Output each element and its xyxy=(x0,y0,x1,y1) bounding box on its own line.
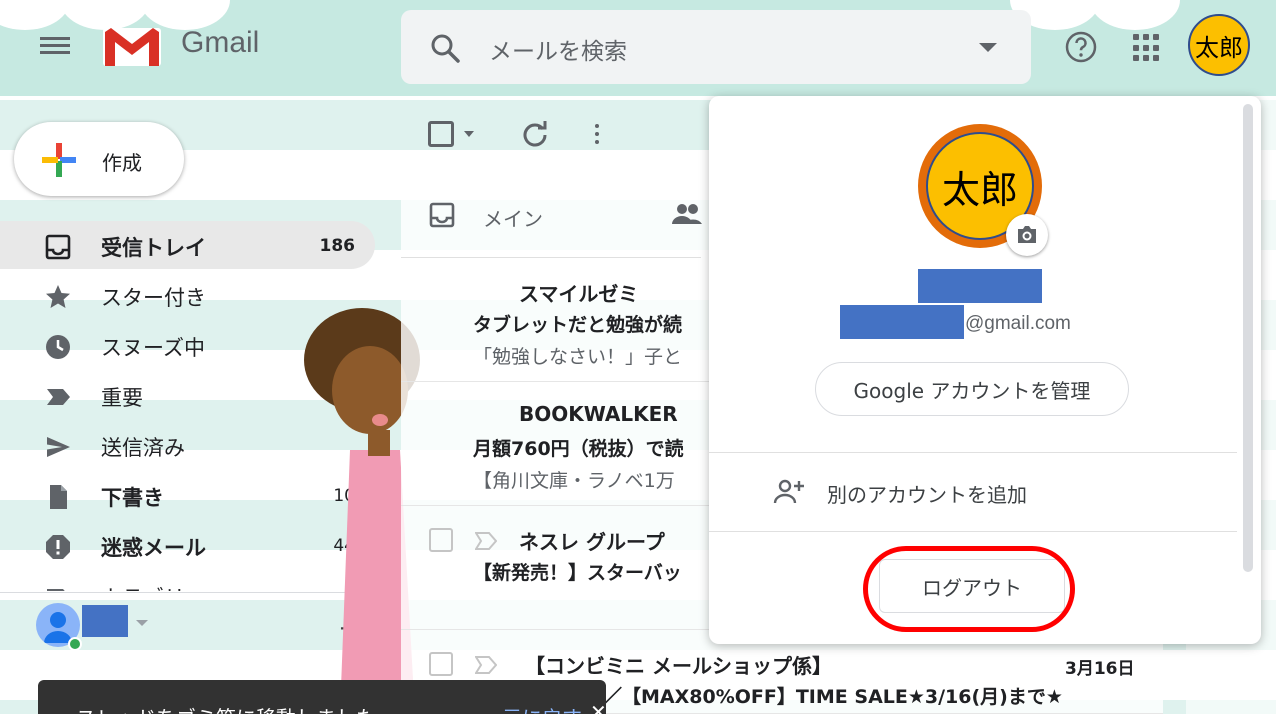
label-icon xyxy=(47,589,65,591)
row-checkbox[interactable] xyxy=(429,528,453,552)
add-account-button[interactable]: 別のアカウントを追加 xyxy=(709,453,1237,531)
sender-name: BOOKWALKER xyxy=(519,402,678,426)
redacted-email-user xyxy=(840,305,964,339)
inbox-icon xyxy=(429,202,455,228)
subject: 【新発売！】スターバッ xyxy=(473,562,682,584)
close-icon[interactable]: ✕ xyxy=(590,700,607,714)
inbox-icon xyxy=(45,234,71,260)
sidebar-item-label: 受信トレイ xyxy=(101,236,206,260)
sidebar-item-count: 186 xyxy=(319,236,356,256)
undo-button[interactable]: 元に戻す xyxy=(502,702,582,714)
manage-account-button[interactable]: Google アカウントを管理 xyxy=(815,362,1129,416)
popup-scrollbar[interactable] xyxy=(1243,104,1253,572)
camera-icon xyxy=(1018,226,1036,243)
add-person-icon xyxy=(773,479,804,504)
sender-name: 【コンビミニ メールショップ係】 xyxy=(525,654,832,678)
compose-label: 作成 xyxy=(102,151,142,175)
gmail-wordmark: Gmail xyxy=(181,26,260,59)
spam-icon xyxy=(46,535,70,559)
subject: タブレットだと勉強が続 xyxy=(473,314,683,336)
undo-toast: スレッドをゴミ箱に移動しました。 元に戻す ✕ xyxy=(38,680,607,714)
compose-plus-icon xyxy=(42,143,76,177)
star-icon xyxy=(46,285,70,308)
sidebar-item-label: 下書き xyxy=(101,486,164,510)
tab-primary-label: メイン xyxy=(483,207,543,231)
search-options-chevron-down-icon[interactable] xyxy=(979,43,997,52)
select-all-checkbox[interactable] xyxy=(428,121,454,147)
draft-icon xyxy=(50,485,67,509)
important-marker-icon[interactable] xyxy=(475,656,497,674)
change-photo-button[interactable] xyxy=(1006,214,1048,256)
toast-message: スレッドをゴミ箱に移動しました。 xyxy=(76,702,396,714)
sidebar-item-label: 送信済み xyxy=(101,436,185,460)
sender-name: ネスレ グループ xyxy=(519,530,665,554)
snippet: 【角川文庫・ラノベ1万 xyxy=(473,470,675,492)
message-date: 3月16日 xyxy=(1065,659,1135,679)
refresh-icon[interactable] xyxy=(521,120,549,148)
help-icon[interactable] xyxy=(1064,30,1098,64)
tab-primary[interactable]: メイン xyxy=(401,170,701,258)
clock-icon xyxy=(46,335,70,359)
snippet: 「勉強しなさい！」子と xyxy=(473,346,683,368)
search-icon[interactable] xyxy=(429,32,461,64)
select-options-chevron-down-icon[interactable] xyxy=(464,131,474,137)
sidebar-item-label: カテゴリ xyxy=(101,582,185,591)
important-marker-icon[interactable] xyxy=(475,532,497,550)
redacted-username xyxy=(82,605,128,637)
search-input[interactable]: メールを検索 xyxy=(489,32,627,66)
more-options-icon[interactable] xyxy=(593,122,601,148)
subject: ／【MAX80%OFF】TIME SALE★3/16(月)まで★ xyxy=(603,686,1063,708)
chevron-down-icon[interactable] xyxy=(136,620,148,626)
google-apps-grid-icon[interactable] xyxy=(1133,34,1161,62)
redacted-display-name xyxy=(918,269,1042,303)
sidebar-item-label: スター付き xyxy=(101,286,206,310)
logout-highlight-annotation xyxy=(863,546,1075,632)
sidebar-item-inbox[interactable]: 受信トレイ 186 xyxy=(0,221,375,269)
row-checkbox[interactable] xyxy=(429,652,453,676)
search-bar[interactable]: メールを検索 xyxy=(401,10,1031,84)
popup-divider xyxy=(709,531,1237,532)
send-icon xyxy=(47,437,70,457)
account-avatar-button[interactable]: 太郎 xyxy=(1188,14,1250,76)
sidebar-item-label: スヌーズ中 xyxy=(101,336,205,360)
gmail-logo-icon[interactable] xyxy=(101,24,163,68)
sidebar-item-label: 重要 xyxy=(101,386,143,410)
subject: 月額760円（税抜）で読 xyxy=(473,438,684,460)
main-menu-button[interactable] xyxy=(40,34,74,60)
compose-button[interactable]: 作成 xyxy=(14,122,184,196)
social-people-icon[interactable] xyxy=(671,202,703,226)
online-status-badge xyxy=(68,637,82,651)
important-icon xyxy=(47,389,70,405)
sender-name: スマイルゼミ xyxy=(519,282,639,306)
sidebar-item-label: 迷惑メール xyxy=(101,536,206,560)
add-account-label: 別のアカウントを追加 xyxy=(827,483,1027,507)
account-email: @gmail.com xyxy=(965,313,1071,334)
